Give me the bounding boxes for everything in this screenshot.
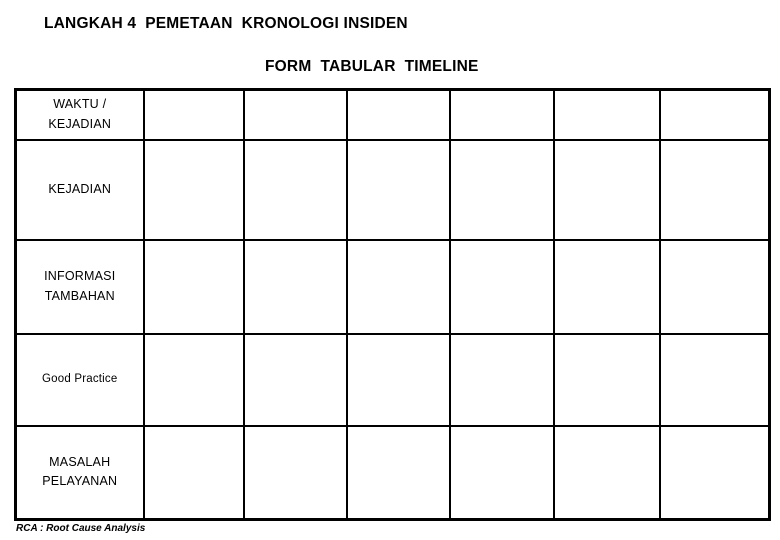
timeline-entry-cell[interactable] xyxy=(345,88,451,141)
timeline-entry-cell[interactable] xyxy=(448,88,555,141)
row-label-cell: Good Practice xyxy=(14,332,145,427)
table-body: WAKTU / KEJADIAN KEJADIAN INFORMASI TAMBAHAN… xyxy=(14,88,771,521)
row-label-line: KEJADIAN xyxy=(48,116,112,131)
row-label-cell: INFORMASI TAMBAHAN xyxy=(14,238,145,335)
timeline-entry-cell[interactable] xyxy=(448,332,555,427)
timeline-entry-cell[interactable] xyxy=(242,332,348,427)
timeline-entry-cell[interactable] xyxy=(345,332,451,427)
table-row: KEJADIAN xyxy=(14,138,771,241)
timeline-entry-cell[interactable] xyxy=(345,424,451,521)
timeline-entry-cell[interactable] xyxy=(552,424,661,521)
timeline-entry-cell[interactable] xyxy=(552,332,661,427)
timeline-entry-cell[interactable] xyxy=(345,238,451,335)
timeline-entry-cell[interactable] xyxy=(142,238,245,335)
row-label-line: WAKTU / xyxy=(53,97,107,112)
row-label-cell: WAKTU / KEJADIAN xyxy=(14,88,145,141)
timeline-entry-cell[interactable] xyxy=(142,332,245,427)
row-label-line: TAMBAHAN xyxy=(44,288,115,303)
slide-title-sub: FORM TABULAR TIMELINE xyxy=(265,58,479,75)
timeline-entry-cell[interactable] xyxy=(142,424,245,521)
timeline-entry-cell[interactable] xyxy=(142,88,245,141)
tabular-timeline-table: WAKTU / KEJADIAN KEJADIAN INFORMASI TAMBAHAN… xyxy=(14,88,771,521)
timeline-entry-cell[interactable] xyxy=(658,332,771,427)
timeline-entry-cell[interactable] xyxy=(552,238,661,335)
row-label-cell: MASALAH PELAYANAN xyxy=(14,424,145,521)
row-label-line: INFORMASI xyxy=(44,269,116,284)
timeline-entry-cell[interactable] xyxy=(242,88,348,141)
footnote-rca: RCA : Root Cause Analysis xyxy=(16,523,146,534)
table-row: INFORMASI TAMBAHAN xyxy=(14,238,771,335)
timeline-entry-cell[interactable] xyxy=(552,138,661,241)
timeline-entry-cell[interactable] xyxy=(658,238,771,335)
slide-title-main: LANGKAH 4 PEMETAAN KRONOLOGI INSIDEN xyxy=(44,15,408,32)
table-row: Good Practice xyxy=(14,332,771,427)
row-label-line: Good Practice xyxy=(42,372,118,385)
timeline-entry-cell[interactable] xyxy=(552,88,661,141)
table-row: MASALAH PELAYANAN xyxy=(14,424,771,521)
timeline-entry-cell[interactable] xyxy=(658,138,771,241)
timeline-entry-cell[interactable] xyxy=(345,138,451,241)
timeline-entry-cell[interactable] xyxy=(242,424,348,521)
timeline-entry-cell[interactable] xyxy=(658,424,771,521)
table-row: WAKTU / KEJADIAN xyxy=(14,88,771,141)
row-label-line: PELAYANAN xyxy=(42,474,118,489)
timeline-entry-cell[interactable] xyxy=(142,138,245,241)
timeline-entry-cell[interactable] xyxy=(658,88,771,141)
timeline-entry-cell[interactable] xyxy=(242,138,348,241)
timeline-entry-cell[interactable] xyxy=(448,238,555,335)
timeline-entry-cell[interactable] xyxy=(242,238,348,335)
timeline-entry-cell[interactable] xyxy=(448,138,555,241)
timeline-entry-cell[interactable] xyxy=(448,424,555,521)
row-label-line: KEJADIAN xyxy=(48,181,112,196)
row-label-cell: KEJADIAN xyxy=(14,138,145,241)
row-label-line: MASALAH xyxy=(49,454,111,469)
